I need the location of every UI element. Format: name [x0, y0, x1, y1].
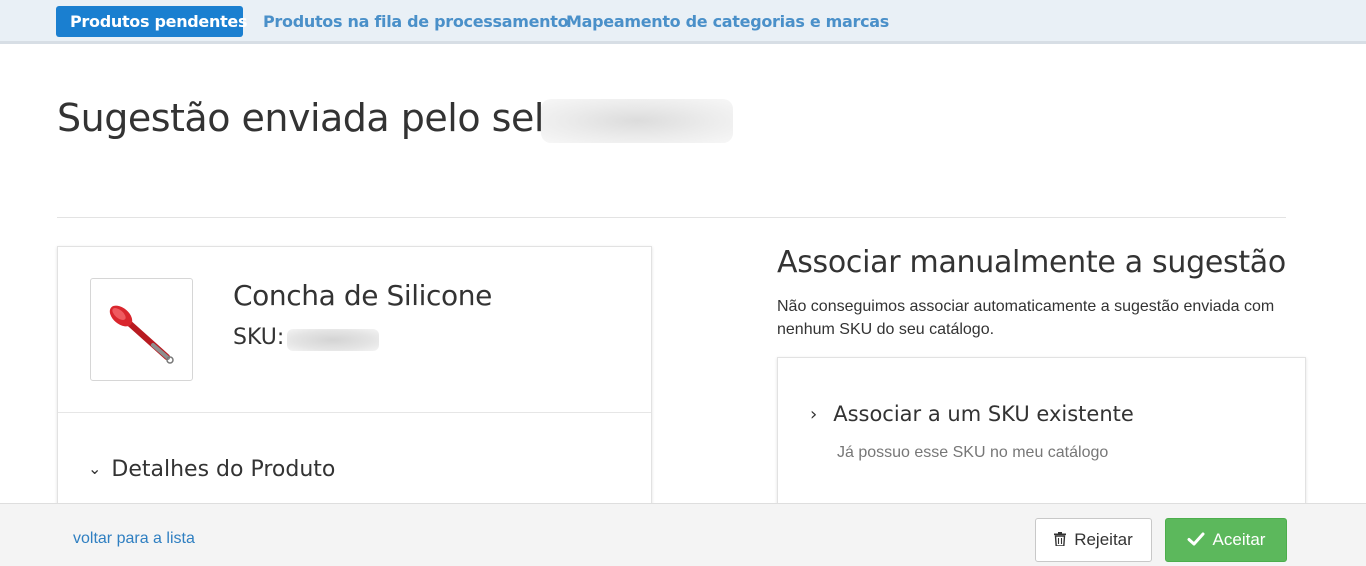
product-thumbnail	[90, 278, 193, 381]
seller-name-redacted	[541, 99, 733, 143]
product-details-toggle[interactable]: ⌄ Detalhes do Produto	[88, 457, 335, 482]
silicone-ladle-icon	[109, 305, 174, 364]
reject-button-label: Rejeitar	[1074, 530, 1133, 549]
top-tabs-bar: Produtos pendentes Produtos na fila de p…	[0, 0, 1366, 44]
product-name: Concha de Silicone	[233, 279, 492, 312]
chevron-down-icon: ⌄	[88, 459, 102, 478]
sku-value-redacted	[287, 329, 379, 351]
associate-existing-sku-subtext: Já possuo esse SKU no meu catálogo	[837, 444, 1109, 461]
association-description: Não conseguimos associar automaticamente…	[777, 298, 1275, 338]
section-divider	[57, 217, 1286, 218]
associate-existing-sku-option[interactable]: › Associar a um SKU existente	[810, 402, 1134, 426]
tab-produtos-fila-processamento[interactable]: Produtos na fila de processamento	[263, 6, 569, 37]
checkmark-icon	[1187, 519, 1205, 561]
page-title: Sugestão enviada pelo seller	[57, 96, 592, 140]
card-divider	[58, 412, 651, 413]
association-title: Associar manualmente a sugestão	[777, 245, 1286, 280]
tab-produtos-pendentes[interactable]: Produtos pendentes	[56, 6, 248, 37]
sku-label: SKU:	[233, 325, 285, 350]
reject-button[interactable]: Rejeitar	[1035, 518, 1152, 562]
product-card: Concha de Silicone SKU: ⌄ Detalhes do Pro…	[57, 246, 652, 546]
chevron-right-icon: ›	[810, 404, 818, 425]
associate-existing-sku-label: Associar a um SKU existente	[833, 402, 1134, 426]
trash-icon	[1054, 519, 1067, 561]
back-to-list-link[interactable]: voltar para a lista	[73, 530, 195, 548]
accept-button-label: Aceitar	[1212, 530, 1266, 549]
tab-mapeamento-categorias-marcas[interactable]: Mapeamento de categorias e marcas	[566, 6, 889, 37]
product-details-label: Detalhes do Produto	[111, 457, 336, 482]
accept-button[interactable]: Aceitar	[1165, 518, 1287, 562]
footer-bar: voltar para a lista Rejeitar Aceitar	[0, 503, 1366, 566]
